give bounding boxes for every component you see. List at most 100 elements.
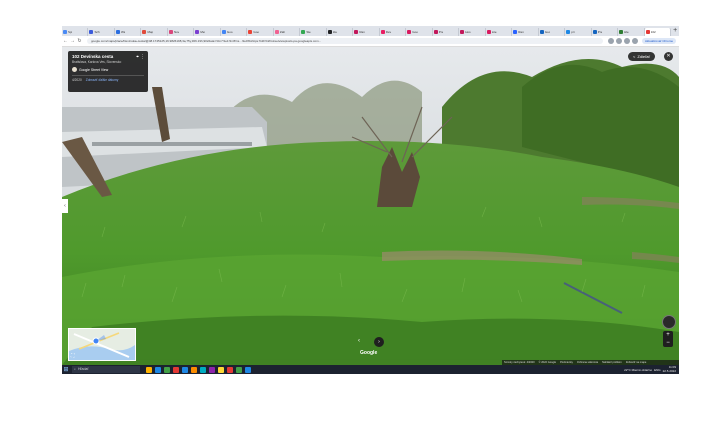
footer-link[interactable]: Podmienky [560,361,573,364]
minimap[interactable]: ⛶ [68,328,136,361]
compass-icon[interactable] [662,315,676,329]
taskbar-app-icon[interactable] [181,366,188,373]
source-label: Google Street View [79,67,109,72]
taskbar-app-icon[interactable] [154,366,161,373]
extensions-icon[interactable] [624,38,631,44]
browser-tab[interactable]: Zah [274,28,301,36]
browser-tab[interactable]: Wa [115,28,142,36]
taskbar-app-icon[interactable] [217,366,224,373]
expand-map-icon[interactable]: ⛶ [71,353,75,359]
browser-tab[interactable]: Ide [327,28,354,36]
close-icon[interactable]: ✕ [664,52,673,61]
screen: Spi Sch Wa Map Nov Met Goo Goo Zah Sle Ide Ran Dev Go… [62,26,679,374]
taskbar-app-icon[interactable] [226,366,233,373]
tab-label: Goo [544,30,551,34]
collapse-panel-icon[interactable]: ‹ [62,199,68,213]
share-page-icon[interactable] [608,38,615,44]
tab-favicon-icon [221,30,226,34]
share-button[interactable]: < Zdieľať [628,52,656,61]
forward-icon[interactable]: → [69,38,76,44]
zoom-out-button[interactable]: − [663,339,673,347]
taskbar-search[interactable]: ⌕ Hľadať [72,366,140,373]
taskbar-app-icon[interactable] [208,366,215,373]
browser-tab[interactable]: Lite [486,28,513,36]
reload-icon[interactable]: ↻ [76,38,83,44]
more-dates-link[interactable]: Zobraziť ďalšie dátumy [86,78,119,82]
clock-date: 22.5.2022 [662,368,676,373]
profile-avatar[interactable] [632,38,639,44]
language-indicator[interactable]: ENG [654,368,661,372]
footer-link[interactable]: Zobraziť na mape [626,361,646,364]
tab-favicon-icon [592,30,597,34]
browser-tab[interactable]: Met [194,28,221,36]
browser-tab[interactable]: Spi [62,28,89,36]
previous-arrow-icon[interactable]: ‹ [358,338,360,344]
new-tab-button[interactable]: + [671,27,679,35]
weather-text[interactable]: 22°C Mierně oblačno [624,368,652,372]
street-view-panorama[interactable]: 102 Devínska cesta Bratislava, Karlova V… [62,47,679,365]
footer-link[interactable]: Ochrana súkromia [577,361,598,364]
update-chrome-button[interactable]: Aktualizovať Chrome [642,38,676,44]
tab-favicon-icon [63,30,67,34]
tab-favicon-icon [248,30,253,34]
browser-tab[interactable]: Dev [380,28,407,36]
footer-link[interactable]: Snímky zachytené: 4/2020 [504,361,535,364]
browser-tab[interactable]: Pre [433,28,460,36]
browser-tab[interactable]: Ran [512,28,539,36]
taskbar: ⊞ ⌕ Hľadať 22°C Mierně oblačno ENG 11:09… [62,365,679,374]
browser-tab[interactable]: Map [141,28,168,36]
browser-tab[interactable]: Hos [459,28,486,36]
next-arrow-icon[interactable]: › [374,337,384,347]
tab-label: Spi [68,30,73,34]
browser-tab[interactable]: Sch [88,28,115,36]
address-bar: ← → ↻ google.com/maps/place/Devínska+ces… [62,36,679,47]
footer-link[interactable]: Nahlásiť problém [602,361,622,364]
tab-label: Ide [332,30,338,34]
taskbar-apps [144,366,252,373]
browser-tab[interactable]: 102 [644,28,672,36]
taskbar-app-icon[interactable] [190,366,197,373]
back-icon[interactable]: ← [62,38,69,44]
browser-tab[interactable]: Goo [539,28,566,36]
tab-label: Wa [120,30,126,34]
taskbar-app-icon[interactable] [235,366,242,373]
search-placeholder: Hľadať [77,367,89,371]
tab-label: Goo [412,30,418,34]
bookmark-star-icon[interactable] [616,38,623,44]
zoom-in-button[interactable]: + [663,331,673,339]
tab-label: Ran [359,30,365,34]
url-input[interactable]: google.com/maps/place/Devínska+cesta/@48… [87,38,604,44]
taskbar-app-icon[interactable] [199,366,206,373]
browser-tab[interactable]: Hle [618,28,645,36]
taskbar-app-icon[interactable] [163,366,170,373]
pin-icon[interactable]: ⌖ [136,54,139,60]
browser-tab[interactable]: Pre [592,28,619,36]
browser-tab[interactable]: Goo [221,28,248,36]
tab-label: Hos [465,30,471,34]
browser-tab[interactable]: Ran [353,28,380,36]
browser-tab[interactable]: Nov [168,28,195,36]
tab-label: pri [571,30,575,34]
taskbar-app-icon[interactable] [172,366,179,373]
taskbar-app-icon[interactable] [244,366,251,373]
browser-tab[interactable]: Sle [300,28,327,36]
tab-favicon-icon [486,30,491,34]
tab-favicon-icon [168,30,173,34]
tab-favicon-icon [460,30,465,34]
place-title: 102 Devínska cesta [72,54,114,59]
windows-start-icon[interactable]: ⊞ [62,366,70,373]
browser-tab[interactable]: Goo [247,28,274,36]
card-divider [72,75,144,76]
taskbar-app-icon[interactable] [145,366,152,373]
tab-favicon-icon [539,30,544,34]
browser-tab[interactable]: pri [565,28,592,36]
browser-tab[interactable]: Goo [406,28,433,36]
tab-label: Ran [518,30,524,34]
clock[interactable]: 11:09 22.5.2022 [662,365,676,373]
tab-favicon-icon [301,30,306,34]
search-icon: ⌕ [74,367,76,371]
tab-label: Nov [173,30,180,34]
tab-favicon-icon [433,30,438,34]
more-options-icon[interactable]: ⋮ [140,54,145,60]
footer-link[interactable]: © 2022 Google [539,361,557,364]
